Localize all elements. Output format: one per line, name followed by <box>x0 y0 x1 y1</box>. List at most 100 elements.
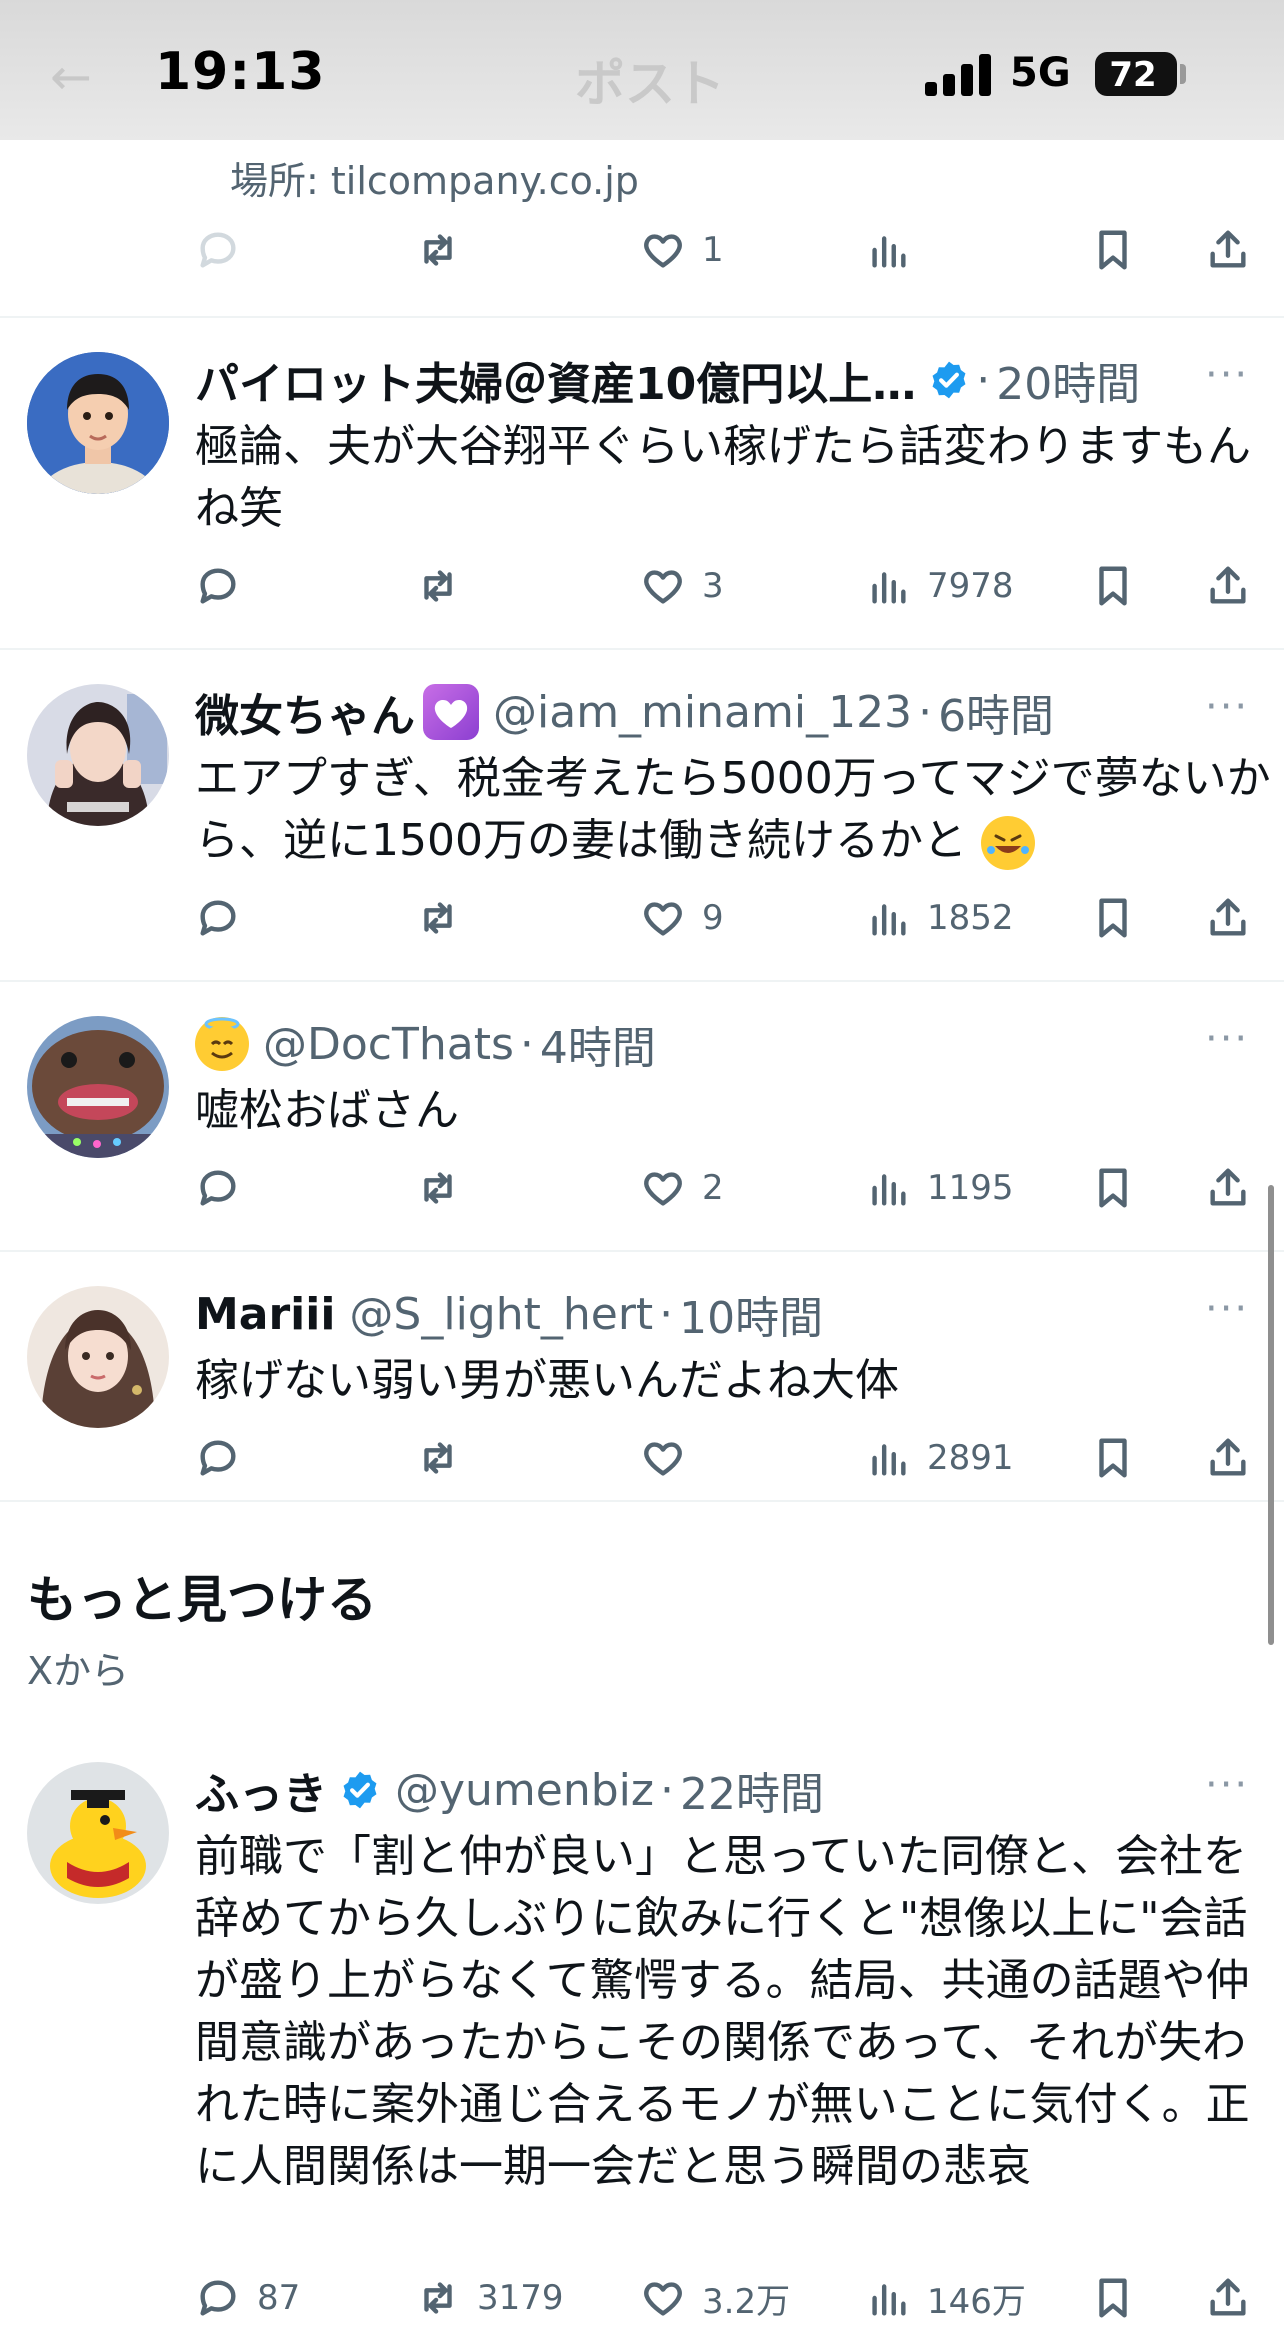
tweet-actions: 9 1852 <box>195 888 1255 948</box>
like-button[interactable]: 2 <box>640 1158 724 1218</box>
views-button[interactable]: 1852 <box>865 888 1014 948</box>
reply-button[interactable] <box>195 556 241 616</box>
share-icon <box>1210 2278 1246 2316</box>
more-options-icon[interactable]: ··· <box>1205 1286 1249 1332</box>
reply-count: 87 <box>257 2278 301 2318</box>
analytics-icon <box>872 1174 906 1206</box>
reply-tweet[interactable]: 微女ちゃん @iam_minami_123 · 6時間 ··· エアプすぎ、税金… <box>0 662 1284 982</box>
like-button[interactable] <box>640 1428 686 1488</box>
separator-dot: · <box>976 354 991 406</box>
analytics-icon <box>872 2284 906 2316</box>
more-options-icon[interactable]: ··· <box>1205 1762 1249 1808</box>
user-handle[interactable]: @DocThats <box>263 1019 514 1070</box>
reply-button[interactable] <box>195 888 241 948</box>
bookmark-button[interactable] <box>1090 1158 1136 1218</box>
display-name[interactable]: Mariii <box>195 1289 335 1340</box>
reply-tweet[interactable]: @DocThats · 4時間 ··· 嘘松おばさん 2 1195 <box>0 994 1284 1250</box>
section-subtitle: Xから <box>27 1649 130 1693</box>
tweet-text: 前職で「割と仲が良い」と思っていた同僚と、会社を辞めてから久しぶりに飲みに行くと… <box>195 1831 1250 2192</box>
divider <box>0 316 1284 318</box>
divider <box>0 980 1284 982</box>
avatar[interactable] <box>27 1016 169 1158</box>
reply-icon <box>200 900 236 936</box>
like-count: 1 <box>702 230 724 270</box>
retweet-button[interactable] <box>415 888 461 948</box>
nav-title: ポスト <box>575 55 725 113</box>
avatar[interactable] <box>27 352 169 494</box>
timestamp[interactable]: 20時間 <box>996 348 1140 412</box>
bookmark-button[interactable] <box>1090 888 1136 948</box>
display-name[interactable]: パイロット夫婦＠資産10億円以上… <box>195 348 916 412</box>
reply-button[interactable] <box>195 220 241 280</box>
views-button[interactable]: 2891 <box>865 1428 1014 1488</box>
back-arrow-icon[interactable]: ← <box>50 48 92 106</box>
share-icon <box>1210 230 1246 268</box>
retweet-icon <box>424 570 452 602</box>
views-button[interactable]: 7978 <box>865 556 1014 616</box>
user-handle[interactable]: @yumenbiz <box>395 1765 654 1816</box>
retweet-button[interactable] <box>415 556 461 616</box>
reply-tweet[interactable]: Mariii @S_light_hert · 10時間 ··· 稼げない弱い男が… <box>0 1264 1284 1504</box>
reply-icon <box>200 232 236 268</box>
share-icon <box>1210 1438 1246 1476</box>
avatar-image <box>27 1286 169 1428</box>
display-name[interactable]: 微女ちゃん <box>195 680 415 744</box>
share-button[interactable] <box>1205 556 1251 616</box>
views-button[interactable]: 146万 <box>865 2268 1026 2328</box>
more-options-icon[interactable]: ··· <box>1205 352 1249 398</box>
retweet-button[interactable]: 3179 <box>415 2268 564 2328</box>
bookmark-button[interactable] <box>1090 556 1136 616</box>
separator-dot: · <box>659 1288 674 1340</box>
featured-tweet[interactable]: ふっき @yumenbiz · 22時間 ··· 前職で「割と仲が良い」と思って… <box>0 1740 1284 2339</box>
scrollbar[interactable] <box>1268 1185 1274 1645</box>
avatar[interactable] <box>27 1286 169 1428</box>
bookmark-button[interactable] <box>1090 1428 1136 1488</box>
bookmark-icon <box>1099 1168 1127 1208</box>
share-icon <box>1210 898 1246 936</box>
divider <box>0 648 1284 650</box>
view-count: 1195 <box>927 1168 1014 1208</box>
bookmark-button[interactable] <box>1090 220 1136 280</box>
like-button[interactable]: 3 <box>640 556 724 616</box>
timestamp[interactable]: 6時間 <box>938 680 1054 744</box>
more-options-icon[interactable]: ··· <box>1205 684 1249 730</box>
like-button[interactable]: 9 <box>640 888 724 948</box>
bookmark-button[interactable] <box>1090 2268 1136 2328</box>
share-icon <box>1210 1168 1246 1206</box>
heart-icon <box>644 570 682 604</box>
reply-tweet[interactable]: パイロット夫婦＠資産10億円以上… · 20時間 ··· 極論、夫が大谷翔平ぐら… <box>0 330 1284 650</box>
avatar[interactable] <box>27 684 169 826</box>
retweet-button[interactable] <box>415 1428 461 1488</box>
user-handle[interactable]: @S_light_hert <box>349 1289 653 1340</box>
more-options-icon[interactable]: ··· <box>1205 1016 1249 1062</box>
display-name[interactable]: ふっき <box>195 1758 327 1822</box>
tweet-header: Mariii @S_light_hert · 10時間 <box>195 1282 823 1346</box>
timestamp[interactable]: 10時間 <box>679 1282 823 1346</box>
retweet-button[interactable] <box>415 1158 461 1218</box>
like-button[interactable]: 1 <box>640 220 724 280</box>
share-button[interactable] <box>1205 1158 1251 1218</box>
share-button[interactable] <box>1205 888 1251 948</box>
user-handle[interactable]: @iam_minami_123 <box>493 687 912 738</box>
verified-badge-icon <box>932 361 966 399</box>
share-button[interactable] <box>1205 1428 1251 1488</box>
share-button[interactable] <box>1205 2268 1251 2328</box>
like-button[interactable]: 3.2万 <box>640 2268 790 2328</box>
timestamp[interactable]: 22時間 <box>680 1758 824 1822</box>
reply-icon <box>200 1440 236 1476</box>
reply-button[interactable]: 87 <box>195 2268 300 2328</box>
like-count: 9 <box>702 898 724 938</box>
like-count: 3.2万 <box>702 2281 791 2322</box>
avatar[interactable] <box>27 1762 169 1904</box>
reply-button[interactable] <box>195 1428 241 1488</box>
views-button[interactable]: 1195 <box>865 1158 1014 1218</box>
reply-icon <box>200 1170 236 1206</box>
avatar-image <box>27 684 169 826</box>
analytics-icon <box>872 904 906 936</box>
heart-icon <box>644 234 682 268</box>
reply-button[interactable] <box>195 1158 241 1218</box>
views-button[interactable] <box>865 220 911 280</box>
share-button[interactable] <box>1205 220 1251 280</box>
timestamp[interactable]: 4時間 <box>540 1012 656 1076</box>
retweet-button[interactable] <box>415 220 461 280</box>
